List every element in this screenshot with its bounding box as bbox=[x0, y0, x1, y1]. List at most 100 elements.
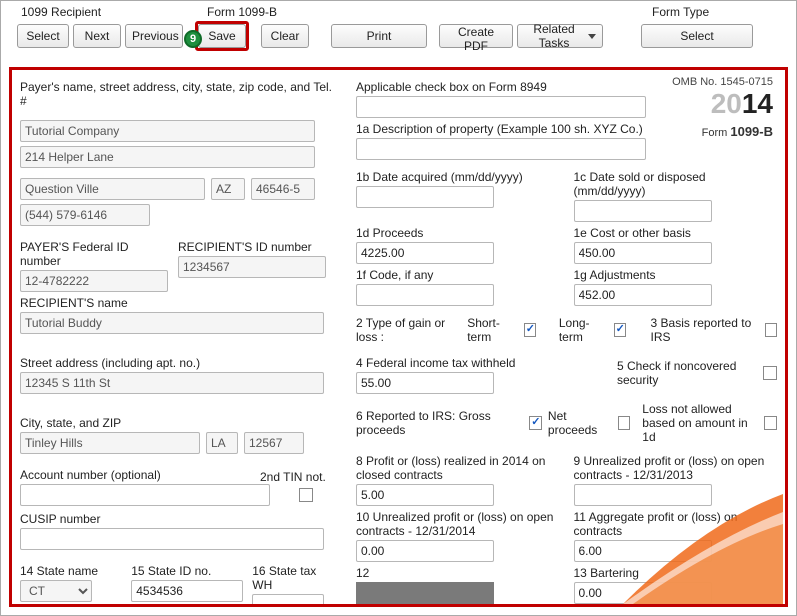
f9-input[interactable] bbox=[574, 484, 712, 506]
f10-input[interactable] bbox=[356, 540, 494, 562]
loss-checkbox[interactable] bbox=[764, 416, 777, 430]
c-input[interactable] bbox=[574, 200, 712, 222]
payer-city-input[interactable] bbox=[20, 178, 205, 200]
long-term-checkbox[interactable] bbox=[614, 323, 626, 337]
city2-input[interactable] bbox=[20, 432, 200, 454]
payer-street-input[interactable] bbox=[20, 146, 315, 168]
net-checkbox[interactable] bbox=[618, 416, 631, 430]
desc-input[interactable] bbox=[356, 138, 646, 160]
f9-label: 9 Unrealized profit or (loss) on open co… bbox=[574, 454, 778, 482]
cusip-label: CUSIP number bbox=[20, 512, 338, 526]
basis-label: 3 Basis reported to IRS bbox=[651, 316, 757, 344]
rep-label: 6 Reported to IRS: Gross proceeds bbox=[356, 409, 523, 437]
f14-state-select[interactable]: CT bbox=[20, 580, 92, 602]
f8-label: 8 Profit or (loss) realized in 2014 on c… bbox=[356, 454, 560, 482]
step-badge: 9 bbox=[184, 30, 202, 48]
e-label: 1e Cost or other basis bbox=[574, 226, 778, 240]
recipient-id-label: RECIPIENT'S ID number bbox=[178, 240, 330, 254]
type-label: 2 Type of gain or loss : bbox=[356, 316, 459, 344]
f13-label: 13 Bartering bbox=[574, 566, 778, 580]
f8-input[interactable] bbox=[356, 484, 494, 506]
payer-header-label: Payer's name, street address, city, stat… bbox=[20, 80, 338, 108]
f16-input[interactable] bbox=[252, 594, 324, 607]
select-button[interactable]: Select bbox=[17, 24, 69, 48]
clear-button[interactable]: Clear bbox=[261, 24, 309, 48]
recipient-id-input[interactable] bbox=[178, 256, 326, 278]
left-column: Payer's name, street address, city, stat… bbox=[20, 76, 338, 598]
f15-label: 15 State ID no. bbox=[131, 564, 246, 578]
payer-id-label: PAYER'S Federal ID number bbox=[20, 240, 172, 268]
previous-button[interactable]: Previous bbox=[125, 24, 183, 48]
e-input[interactable] bbox=[574, 242, 712, 264]
related-tasks-button[interactable]: Related Tasks bbox=[517, 24, 603, 48]
payer-phone-input[interactable] bbox=[20, 204, 150, 226]
toolbar: 1099 Recipient Form 1099-B Form Type Sel… bbox=[1, 1, 796, 57]
form-meta: OMB No. 1545-0715 2014 Form 1099-B bbox=[672, 76, 773, 139]
f11-label: 11 Aggregate profit or (loss) on contrac… bbox=[574, 510, 778, 538]
appl-input[interactable] bbox=[356, 96, 646, 118]
loss-label: Loss not allowed based on amount in 1d bbox=[642, 402, 758, 444]
tin2-checkbox[interactable] bbox=[299, 488, 313, 502]
payer-state-input[interactable] bbox=[211, 178, 245, 200]
f10-label: 10 Unrealized profit or (loss) on open c… bbox=[356, 510, 560, 538]
f13-input[interactable] bbox=[574, 582, 712, 604]
form-content: Payer's name, street address, city, stat… bbox=[9, 67, 788, 607]
f-input[interactable] bbox=[356, 284, 494, 306]
c-label: 1c Date sold or disposed (mm/dd/yyyy) bbox=[574, 170, 778, 198]
tax-year: 2014 bbox=[672, 88, 773, 120]
payer-zip-input[interactable] bbox=[251, 178, 315, 200]
f11-input[interactable] bbox=[574, 540, 712, 562]
year-suffix: 14 bbox=[742, 88, 773, 119]
short-term-label: Short-term bbox=[467, 316, 516, 344]
g-label: 1g Adjustments bbox=[574, 268, 778, 282]
fed-input[interactable] bbox=[356, 372, 494, 394]
g-input[interactable] bbox=[574, 284, 712, 306]
right-column: OMB No. 1545-0715 2014 Form 1099-B Appli… bbox=[356, 76, 777, 598]
account-input[interactable] bbox=[20, 484, 270, 506]
f15-input[interactable] bbox=[131, 580, 243, 602]
basis-checkbox[interactable] bbox=[765, 323, 777, 337]
f14-label: 14 State name bbox=[20, 564, 125, 578]
f12-label: 12 bbox=[356, 566, 560, 580]
csz-label: City, state, and ZIP bbox=[20, 416, 338, 430]
street2-input[interactable] bbox=[20, 372, 324, 394]
year-prefix: 20 bbox=[711, 88, 742, 119]
related-tasks-label: Related Tasks bbox=[524, 22, 584, 50]
state2-input[interactable] bbox=[206, 432, 238, 454]
form-type-select-button[interactable]: Select bbox=[641, 24, 753, 48]
create-pdf-button[interactable]: Create PDF bbox=[439, 24, 513, 48]
recipient-name-input[interactable] bbox=[20, 312, 324, 334]
header-recipient: 1099 Recipient bbox=[21, 5, 207, 19]
b-input[interactable] bbox=[356, 186, 494, 208]
print-button[interactable]: Print bbox=[331, 24, 427, 48]
save-highlight: 9 Save bbox=[195, 21, 249, 51]
d-input[interactable] bbox=[356, 242, 494, 264]
payer-company-input[interactable] bbox=[20, 120, 315, 142]
header-form: Form 1099-B bbox=[207, 5, 652, 19]
street2-label: Street address (including apt. no.) bbox=[20, 356, 338, 370]
net-label: Net proceeds bbox=[548, 409, 612, 437]
zip2-input[interactable] bbox=[244, 432, 304, 454]
header-type: Form Type bbox=[652, 5, 788, 19]
chevron-down-icon bbox=[588, 34, 596, 39]
d-label: 1d Proceeds bbox=[356, 226, 560, 240]
app-window: 1099 Recipient Form 1099-B Form Type Sel… bbox=[0, 0, 797, 616]
long-term-label: Long-term bbox=[559, 316, 606, 344]
payer-id-input[interactable] bbox=[20, 270, 168, 292]
save-button[interactable]: Save bbox=[198, 24, 246, 48]
fed-label: 4 Federal income tax withheld bbox=[356, 356, 603, 370]
next-button[interactable]: Next bbox=[73, 24, 121, 48]
recipient-name-label: RECIPIENT'S name bbox=[20, 296, 338, 310]
b-label: 1b Date acquired (mm/dd/yyyy) bbox=[356, 170, 560, 184]
cusip-input[interactable] bbox=[20, 528, 324, 550]
f16-label: 16 State tax WH bbox=[252, 564, 338, 592]
f12-block bbox=[356, 582, 494, 604]
omb-label: OMB No. 1545-0715 bbox=[672, 76, 773, 88]
noncov-checkbox[interactable] bbox=[763, 366, 777, 380]
noncov-label: 5 Check if noncovered security bbox=[617, 359, 757, 387]
f-label: 1f Code, if any bbox=[356, 268, 560, 282]
short-term-checkbox[interactable] bbox=[524, 323, 536, 337]
form-name: Form 1099-B bbox=[672, 124, 773, 139]
tin2-label: 2nd TIN not. bbox=[260, 470, 326, 484]
gross-checkbox[interactable] bbox=[529, 416, 542, 430]
